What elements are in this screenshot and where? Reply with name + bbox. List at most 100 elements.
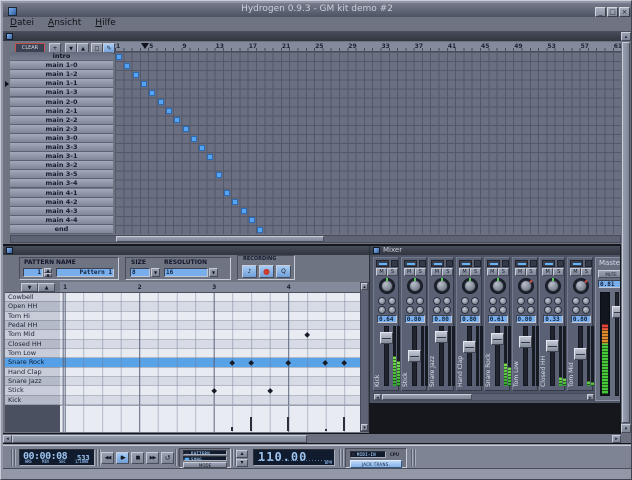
fx-send-knob[interactable] — [443, 306, 451, 314]
fx-send-knob[interactable] — [499, 306, 507, 314]
pattern-mode-indicator[interactable]: PATTERN — [183, 450, 227, 455]
song-editor-hscroll-thumb[interactable] — [116, 236, 324, 242]
note-grid-row[interactable] — [60, 302, 360, 311]
pan-knob[interactable] — [573, 278, 589, 294]
instrument-row[interactable]: Hand Clap — [5, 368, 60, 377]
velocity-bar[interactable] — [250, 417, 252, 431]
fx-send-knob[interactable] — [406, 297, 414, 305]
play-button[interactable]: ▮▶ — [116, 452, 129, 464]
fader[interactable] — [546, 340, 559, 352]
workspace-hscroll-thumb[interactable] — [12, 435, 307, 443]
pattern-row[interactable]: main 4-2 — [10, 198, 113, 207]
fader[interactable] — [408, 350, 421, 362]
pattern-row[interactable]: main 2-1 — [10, 107, 113, 116]
mute-button[interactable]: M — [459, 268, 470, 276]
pan-knob[interactable] — [518, 278, 534, 294]
instrument-row[interactable]: Cowbell — [5, 293, 60, 302]
pattern-row[interactable]: main 3-5 — [10, 170, 113, 179]
sequence-cell[interactable] — [166, 108, 172, 114]
pattern-row[interactable]: main 3-1 — [10, 152, 113, 161]
pattern-row[interactable]: main 4-4 — [10, 216, 113, 225]
fx-send-knob[interactable] — [406, 306, 414, 314]
solo-button[interactable]: S — [415, 268, 426, 276]
pan-knob[interactable] — [545, 278, 561, 294]
sequence-cell[interactable] — [158, 99, 164, 105]
pattern-spinner-down-button[interactable]: ▼ — [44, 273, 52, 277]
velocity-bar[interactable] — [325, 429, 327, 431]
workspace-vscroll-thumb[interactable] — [622, 42, 630, 423]
mute-button[interactable]: M — [542, 268, 553, 276]
note-grid-row[interactable] — [60, 293, 360, 302]
bpm-up-button[interactable]: ▴ — [236, 450, 248, 458]
maximize-button[interactable]: □ — [607, 7, 618, 17]
sequence-cell[interactable] — [133, 72, 139, 78]
fx-send-knob[interactable] — [471, 297, 479, 305]
pattern-row[interactable]: main 3-4 — [10, 179, 113, 188]
song-timeline-ruler[interactable]: 15913172125293337414549535761 — [115, 42, 621, 52]
instrument-row[interactable]: Stick — [5, 386, 60, 395]
fx-send-knob[interactable] — [572, 306, 580, 314]
note-grid[interactable] — [60, 293, 360, 405]
sequence-cell[interactable] — [183, 126, 189, 132]
fx-send-knob[interactable] — [554, 306, 562, 314]
fx-send-knob[interactable] — [388, 297, 396, 305]
sequence-cell[interactable] — [141, 81, 147, 87]
sequence-cell[interactable] — [216, 172, 222, 178]
song-editor-title-bar[interactable] — [3, 32, 621, 41]
fx-send-knob[interactable] — [527, 297, 535, 305]
pattern-editor-title-bar[interactable] — [3, 246, 369, 255]
mute-button[interactable]: M — [570, 268, 581, 276]
mute-button[interactable]: M — [404, 268, 415, 276]
mixer-title-bar[interactable]: Mixer — [370, 246, 620, 255]
solo-button[interactable]: S — [442, 268, 453, 276]
workspace-scroll-up-button[interactable]: ▴ — [621, 32, 631, 41]
fader[interactable] — [491, 333, 504, 345]
fader[interactable] — [463, 341, 476, 353]
mute-button[interactable]: M — [515, 268, 526, 276]
fx-send-knob[interactable] — [461, 297, 469, 305]
mode-button[interactable]: MODE — [183, 462, 227, 468]
mixer-scroll-right-button[interactable]: ▸ — [587, 394, 594, 400]
solo-button[interactable]: S — [470, 268, 481, 276]
workspace-scroll-right-button[interactable]: ▸ — [612, 435, 621, 443]
pattern-editor-vscrollbar[interactable]: ▴ ▾ — [360, 282, 369, 432]
fx-send-knob[interactable] — [517, 297, 525, 305]
instrument-move-up-button[interactable]: ▲ — [38, 283, 55, 292]
fx-send-knob[interactable] — [572, 297, 580, 305]
pattern-row[interactable]: main 1-0 — [10, 61, 113, 70]
fx-send-knob[interactable] — [582, 297, 590, 305]
forward-button[interactable]: ▶▶ — [146, 452, 159, 464]
fx-send-knob[interactable] — [471, 306, 479, 314]
solo-button[interactable]: S — [581, 268, 592, 276]
pan-knob[interactable] — [490, 278, 506, 294]
fx-send-knob[interactable] — [554, 297, 562, 305]
fx-send-knob[interactable] — [489, 306, 497, 314]
trigger-button[interactable] — [376, 260, 389, 267]
trigger-button[interactable] — [459, 260, 472, 267]
instrument-row[interactable]: Tom Low — [5, 349, 60, 358]
fader[interactable] — [435, 331, 448, 343]
window-title-bar[interactable]: Hydrogen 0.9.3 - GM kit demo #2 _ □ × — [3, 3, 631, 17]
instrument-row[interactable]: Open HH — [5, 302, 60, 311]
workspace-scroll-left-button[interactable]: ◂ — [3, 435, 12, 443]
pattern-row[interactable]: main 3-2 — [10, 161, 113, 170]
rewind-button[interactable]: ◀◀ — [101, 452, 114, 464]
sequence-cell[interactable] — [257, 227, 263, 233]
trigger-button[interactable] — [515, 260, 528, 267]
pattern-row[interactable]: intro — [10, 52, 113, 61]
mixer-hscrollbar[interactable]: ◂ ▸ — [373, 393, 595, 401]
sequence-cell[interactable] — [249, 217, 255, 223]
velocity-bar[interactable] — [231, 427, 233, 431]
mixer-hscroll-thumb[interactable] — [382, 394, 472, 400]
fx-send-knob[interactable] — [433, 306, 441, 314]
loop-button[interactable]: ↺ — [161, 452, 174, 464]
instrument-row[interactable]: Tom Hi — [5, 312, 60, 321]
hear-notes-button[interactable]: ♪ — [242, 265, 257, 278]
stop-button[interactable]: ■ — [131, 452, 144, 464]
note-grid-row[interactable] — [60, 340, 360, 349]
menu-hilfe[interactable]: Hilfe — [88, 17, 123, 31]
size-dropdown-button[interactable]: ▼ — [151, 268, 160, 277]
fx-send-knob[interactable] — [582, 306, 590, 314]
note-grid-row[interactable] — [60, 377, 360, 386]
instrument-row[interactable]: Kick — [5, 396, 60, 405]
